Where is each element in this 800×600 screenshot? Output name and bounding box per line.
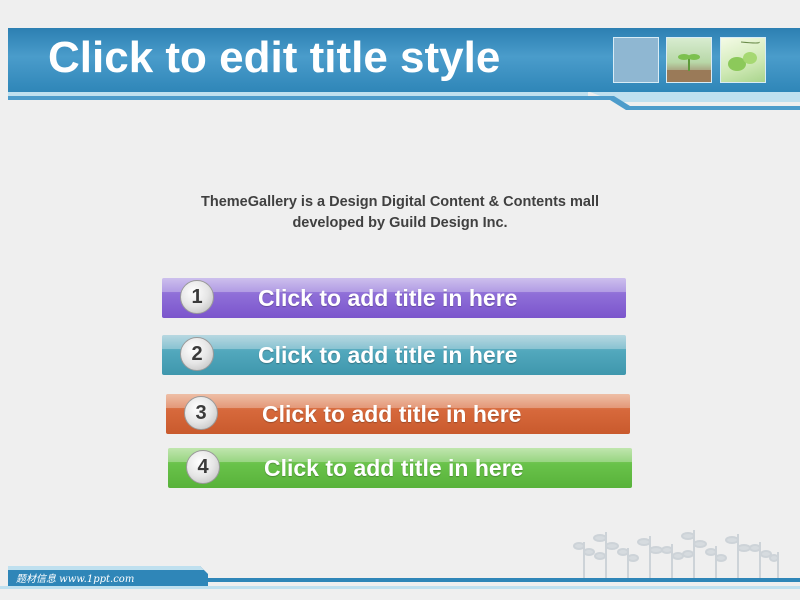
plants-decoration-icon	[573, 530, 779, 578]
header-stripe-dark	[8, 96, 608, 100]
number-badge-1: 1	[180, 280, 214, 314]
list-item-4[interactable]: 4 Click to add title in here	[168, 448, 632, 488]
list-item-label: Click to add title in here	[262, 401, 522, 427]
list-item-2[interactable]: 2 Click to add title in here	[162, 335, 626, 375]
list-item-label: Click to add title in here	[258, 342, 518, 368]
list-item-label: Click to add title in here	[264, 455, 524, 481]
page-title[interactable]: Click to edit title style	[48, 32, 500, 84]
sprout-icon	[667, 54, 711, 82]
thumbnail-sprout	[666, 37, 712, 83]
list-item-1[interactable]: 1 Click to add title in here	[162, 278, 626, 318]
header-slant-decoration	[590, 92, 800, 110]
slide: Click to edit title style ThemeGallery i…	[0, 0, 800, 600]
list-item-3[interactable]: 3 Click to add title in here	[166, 394, 630, 434]
description-line-2: developed by Guild Design Inc.	[292, 215, 508, 231]
description-text[interactable]: ThemeGallery is a Design Digital Content…	[100, 192, 700, 234]
number-badge-3: 3	[184, 396, 218, 430]
footer-text: 题材信息 www.1ppt.com	[16, 574, 135, 585]
thumbnail-blue	[613, 37, 659, 83]
footer-line-light	[0, 586, 800, 589]
leaf-icon	[728, 41, 760, 71]
header: Click to edit title style	[0, 28, 800, 110]
number-badge-2: 2	[180, 337, 214, 371]
description-line-1: ThemeGallery is a Design Digital Content…	[200, 194, 600, 210]
thumbnail-leaves	[720, 37, 766, 83]
number-badge-4: 4	[186, 450, 220, 484]
footer-line	[200, 578, 800, 582]
list-item-label: Click to add title in here	[258, 285, 518, 311]
